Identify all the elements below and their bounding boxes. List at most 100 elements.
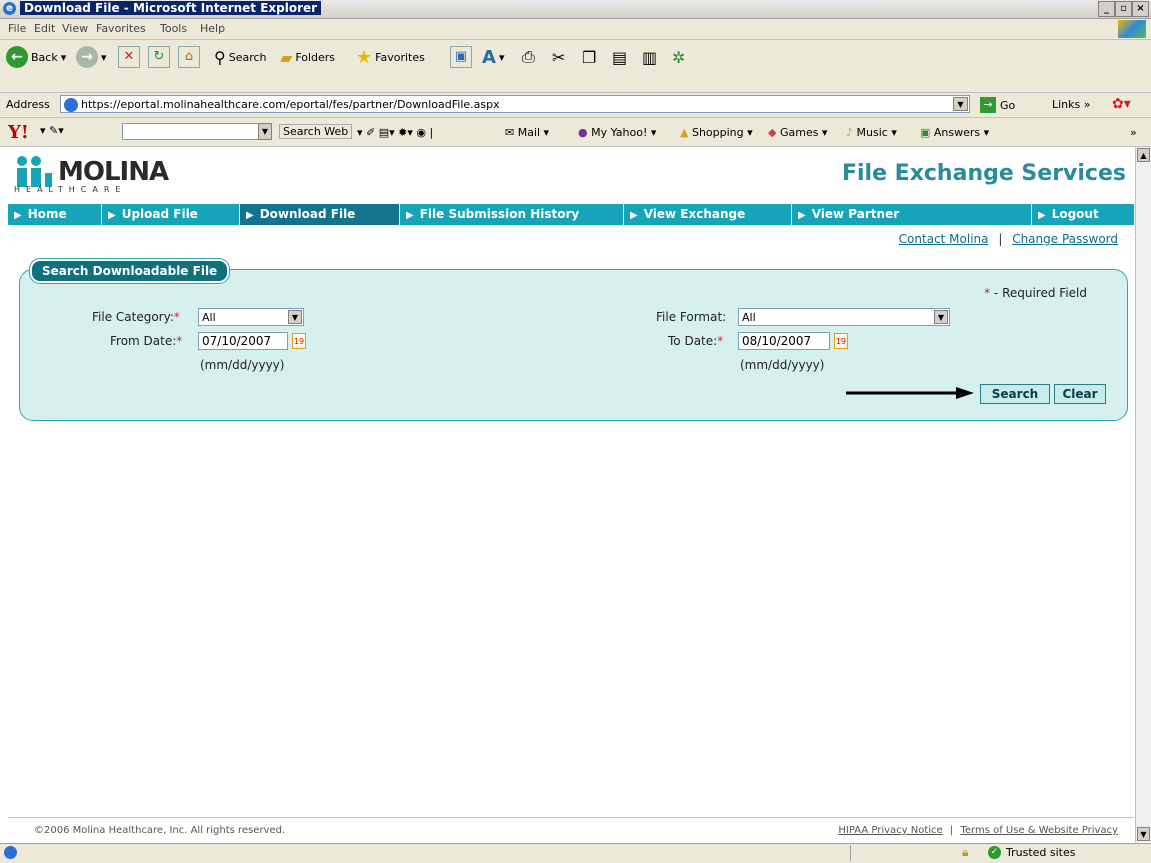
ie-icon: e bbox=[3, 2, 16, 15]
forward-button[interactable]: → ▾ bbox=[76, 44, 107, 70]
shopping-label: Shopping bbox=[691, 126, 744, 139]
print-icon: ⎙ bbox=[522, 47, 535, 66]
required-star: * bbox=[176, 334, 183, 348]
messenger-icon: ✲ bbox=[672, 47, 686, 67]
stop-icon: ✕ bbox=[118, 46, 140, 68]
menu-view[interactable]: View bbox=[62, 22, 88, 35]
address-url: https://eportal.molinahealthcare.com/epo… bbox=[81, 98, 500, 111]
nav-logout[interactable]: ▶ Logout bbox=[1032, 204, 1134, 225]
menu-favorites[interactable]: Favorites bbox=[96, 22, 146, 35]
security-zone: Trusted sites bbox=[1006, 846, 1076, 859]
mail-link[interactable]: ✉ Mail ▾ bbox=[505, 126, 549, 139]
links-button[interactable]: Links » bbox=[1052, 98, 1091, 111]
links-label: Links bbox=[1052, 98, 1081, 111]
pencil-icon[interactable]: ▾ ✎▾ bbox=[40, 124, 64, 137]
yahoo-search-input[interactable] bbox=[122, 123, 272, 140]
page-content: MOLINA HEALTHCARE File Exchange Services… bbox=[4, 147, 1134, 842]
go-button[interactable]: → Go bbox=[980, 97, 1015, 113]
vertical-scrollbar[interactable]: ▲ ▼ bbox=[1135, 147, 1151, 842]
footer-separator: | bbox=[949, 825, 954, 836]
nav-view-exchange[interactable]: ▶ View Exchange bbox=[624, 204, 792, 225]
scroll-down-icon[interactable]: ▼ bbox=[1137, 827, 1150, 841]
terms-link[interactable]: Terms of Use & Website Privacy bbox=[960, 825, 1118, 836]
from-date-input[interactable]: 07/10/2007 bbox=[198, 332, 288, 350]
folders-button[interactable]: ▰ Folders bbox=[280, 44, 335, 70]
menu-file[interactable]: File bbox=[8, 22, 26, 35]
yahoo-logo-icon[interactable]: Y! bbox=[8, 122, 29, 143]
mail-button[interactable]: A ▾ bbox=[482, 44, 504, 70]
music-link[interactable]: ♪ Music ▾ bbox=[846, 126, 897, 139]
address-label: Address bbox=[6, 98, 50, 111]
envelope-icon: ✉ bbox=[505, 126, 515, 139]
title-bar: e Download File - Microsoft Internet Exp… bbox=[0, 0, 1151, 19]
windows-logo-icon bbox=[1118, 20, 1146, 38]
site-title: File Exchange Services bbox=[841, 161, 1126, 186]
nav-upload-file[interactable]: ▶ Upload File bbox=[102, 204, 240, 225]
to-date-input[interactable]: 08/10/2007 bbox=[738, 332, 830, 350]
research-button[interactable]: ▥ bbox=[642, 44, 657, 70]
search-button[interactable]: ⚲ Search bbox=[214, 44, 267, 70]
clear-button[interactable]: Clear bbox=[1054, 384, 1106, 404]
home-button[interactable]: ⌂ bbox=[178, 44, 200, 70]
menu-tools[interactable]: Tools bbox=[160, 22, 187, 35]
minimize-button[interactable]: _ bbox=[1098, 1, 1115, 17]
go-label: Go bbox=[1000, 98, 1016, 112]
my-yahoo-link[interactable]: ● My Yahoo! ▾ bbox=[578, 126, 656, 139]
file-category-value: All bbox=[202, 311, 216, 324]
search-web-button[interactable]: Search Web bbox=[279, 124, 353, 139]
search-button[interactable]: Search bbox=[980, 384, 1050, 404]
search-label: Search bbox=[228, 50, 267, 64]
required-star: * bbox=[717, 334, 724, 348]
calendar-icon[interactable]: 19 bbox=[292, 333, 306, 349]
address-input[interactable]: https://eportal.molinahealthcare.com/epo… bbox=[60, 95, 970, 113]
messenger-button[interactable]: ✲ bbox=[672, 44, 685, 70]
toolbar-overflow-icon[interactable]: » bbox=[1130, 126, 1137, 139]
media-button[interactable]: ▣ bbox=[450, 44, 472, 70]
back-button[interactable]: ← Back ▾ bbox=[6, 44, 66, 70]
close-button[interactable]: × bbox=[1132, 1, 1149, 17]
file-format-label: File Format: bbox=[656, 310, 727, 324]
refresh-button[interactable]: ↻ bbox=[148, 44, 170, 70]
answers-link[interactable]: ▣ Answers ▾ bbox=[920, 126, 989, 139]
yahoo-search-dropdown-icon[interactable]: ▾ ✐ ▤▾ ✹▾ ◉ | bbox=[357, 126, 433, 139]
addon-icon[interactable]: ✿▾ bbox=[1112, 96, 1131, 112]
from-date-hint: (mm/dd/yyyy) bbox=[200, 358, 285, 372]
favorites-button[interactable]: ★ Favorites bbox=[356, 44, 425, 70]
games-link[interactable]: ◆ Games ▾ bbox=[768, 126, 827, 139]
to-date-hint: (mm/dd/yyyy) bbox=[740, 358, 825, 372]
nav-download-file[interactable]: ▶ Download File bbox=[240, 204, 400, 225]
page-icon bbox=[64, 98, 78, 112]
nav-file-submission-history[interactable]: ▶ File Submission History bbox=[400, 204, 624, 225]
cut-button[interactable]: ✂ bbox=[552, 44, 565, 70]
file-category-select[interactable]: All ▼ bbox=[198, 308, 304, 326]
address-dropdown-icon[interactable]: ▼ bbox=[953, 97, 968, 111]
nav-home[interactable]: ▶ Home bbox=[8, 204, 102, 225]
paste-button[interactable]: ▤ bbox=[612, 44, 627, 70]
yahoo-dropdown-icon[interactable]: ▼ bbox=[258, 123, 272, 140]
print-button[interactable]: ⎙ bbox=[522, 44, 535, 70]
logo-wordmark: MOLINA bbox=[58, 157, 169, 187]
contact-molina-link[interactable]: Contact Molina bbox=[899, 232, 989, 246]
menu-help[interactable]: Help bbox=[200, 22, 225, 35]
favorites-label: Favorites bbox=[375, 50, 425, 64]
to-date-label-text: To Date: bbox=[668, 334, 718, 348]
nav-view-partner[interactable]: ▶ View Partner bbox=[792, 204, 1032, 225]
from-date-label: From Date:* bbox=[110, 334, 182, 348]
page-status-icon bbox=[4, 846, 17, 859]
copy-button[interactable]: ❐ bbox=[582, 44, 596, 70]
chevron-down-icon: ▼ bbox=[288, 310, 302, 324]
scroll-up-icon[interactable]: ▲ bbox=[1137, 148, 1150, 162]
hipaa-link[interactable]: HIPAA Privacy Notice bbox=[838, 825, 942, 836]
calendar-icon[interactable]: 19 bbox=[834, 333, 848, 349]
file-format-select[interactable]: All ▼ bbox=[738, 308, 950, 326]
page-footer: ©2006 Molina Healthcare, Inc. All rights… bbox=[8, 817, 1134, 840]
stop-button[interactable]: ✕ bbox=[118, 44, 140, 70]
footer-links: HIPAA Privacy Notice | Terms of Use & We… bbox=[838, 825, 1118, 836]
maximize-button[interactable]: ▫ bbox=[1115, 1, 1132, 17]
shopping-link[interactable]: ▲ Shopping ▾ bbox=[680, 126, 753, 139]
media-icon: ▣ bbox=[450, 46, 472, 68]
file-format-value: All bbox=[742, 311, 756, 324]
change-password-link[interactable]: Change Password bbox=[1012, 232, 1118, 246]
menu-edit[interactable]: Edit bbox=[34, 22, 55, 35]
lock-icon: 🔒︎ bbox=[962, 845, 969, 859]
